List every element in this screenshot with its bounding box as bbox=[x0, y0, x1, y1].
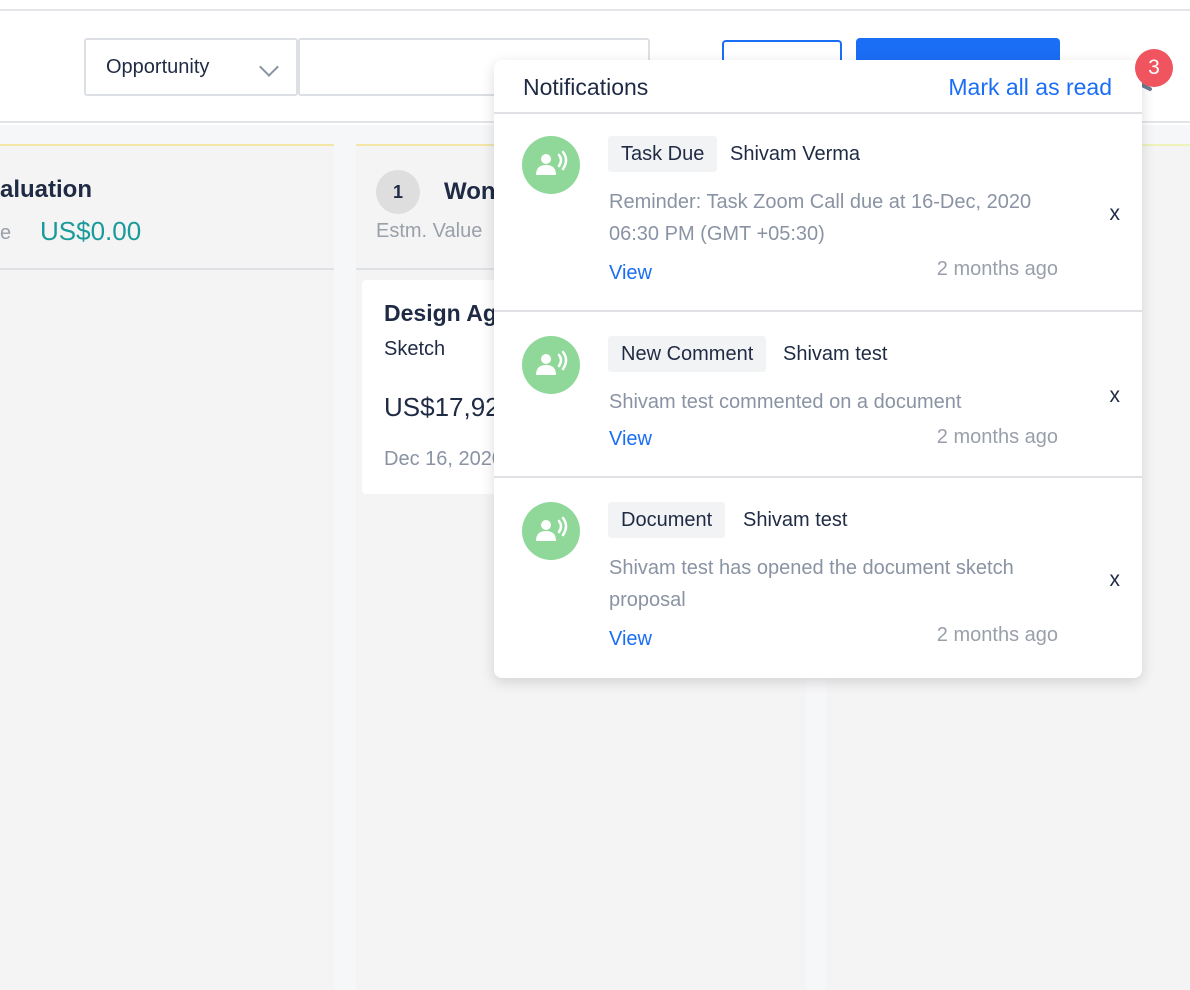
column-estimate-label: Estm. Value bbox=[376, 220, 483, 242]
notifications-panel: Notifications Mark all as read Task Due … bbox=[494, 60, 1142, 678]
view-link[interactable]: View bbox=[609, 262, 652, 285]
column-title: Won bbox=[444, 178, 496, 205]
view-link[interactable]: View bbox=[609, 428, 652, 451]
notification-user: Shivam test bbox=[783, 342, 888, 365]
dismiss-button[interactable]: x bbox=[1110, 384, 1121, 408]
column-count-badge: 1 bbox=[376, 170, 420, 214]
notification-user: Shivam Verma bbox=[730, 142, 861, 165]
card-amount: US$17,92 bbox=[384, 392, 500, 422]
mark-all-read-link[interactable]: Mark all as read bbox=[948, 74, 1112, 101]
column-title: aluation bbox=[0, 176, 93, 203]
person-speaking-icon bbox=[522, 502, 580, 560]
dismiss-button[interactable]: x bbox=[1110, 568, 1121, 592]
notification-time: 2 months ago bbox=[936, 258, 1058, 280]
notification-type-tag: Task Due bbox=[608, 136, 718, 172]
entity-type-select[interactable]: Opportunity bbox=[84, 38, 298, 96]
notification-time: 2 months ago bbox=[936, 624, 1058, 646]
entity-type-select-value: Opportunity bbox=[106, 55, 210, 78]
column-estimate-value: US$0.00 bbox=[40, 216, 142, 246]
notification-message: Shivam test has opened the document sket… bbox=[609, 557, 1014, 611]
notification-type-tag: Document bbox=[608, 502, 726, 538]
column-estimate-label: e bbox=[0, 222, 12, 244]
card-subtitle: Sketch bbox=[384, 338, 446, 360]
notification-count-badge[interactable]: 3 bbox=[1135, 49, 1173, 87]
pipeline-column-evaluation: aluation e US$0.00 bbox=[0, 144, 334, 990]
notification-item: New Comment Shivam test Shivam test comm… bbox=[494, 314, 1142, 478]
dismiss-button[interactable]: x bbox=[1110, 202, 1121, 226]
notification-item: Document Shivam test Shivam test has ope… bbox=[494, 480, 1142, 678]
panel-title: Notifications bbox=[523, 74, 649, 100]
card-date: Dec 16, 2020 bbox=[384, 448, 503, 470]
notification-time: 2 months ago bbox=[936, 426, 1058, 448]
notification-user: Shivam test bbox=[743, 508, 848, 531]
view-link[interactable]: View bbox=[609, 628, 652, 651]
notification-item: Task Due Shivam Verma Reminder: Task Zoo… bbox=[494, 114, 1142, 312]
column-header: aluation e US$0.00 bbox=[0, 146, 334, 270]
person-speaking-icon bbox=[522, 136, 580, 194]
chevron-down-icon bbox=[259, 57, 279, 77]
person-speaking-icon bbox=[522, 336, 580, 394]
notification-type-tag: New Comment bbox=[608, 336, 767, 372]
card-title: Design Ag bbox=[384, 300, 497, 326]
notification-message: Shivam test commented on a document bbox=[609, 391, 962, 413]
notification-message: Reminder: Task Zoom Call due at 16-Dec, … bbox=[609, 191, 1032, 245]
